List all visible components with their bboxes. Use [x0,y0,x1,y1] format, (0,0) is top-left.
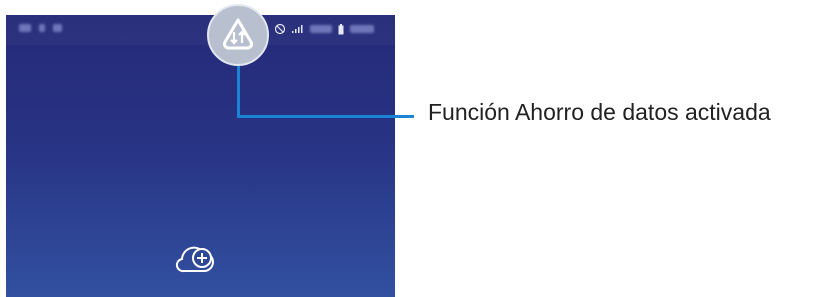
data-saver-badge [207,4,269,66]
signal-icon [292,25,303,33]
block-icon [274,23,286,35]
notification-icon [19,24,31,32]
callout-label: Función Ahorro de datos activada [428,99,771,125]
cloud-add-icon[interactable] [172,243,218,277]
callout-line-vertical [237,64,240,117]
data-saver-icon [223,18,253,50]
status-bar-right-icons [274,23,374,35]
battery-percent [310,25,332,33]
battery-icon [338,23,344,34]
status-bar-left-icons [19,24,62,32]
clock [350,25,374,33]
notification-icon [39,24,45,32]
phone-screen [6,15,395,297]
notification-icon [53,24,62,32]
callout-line-horizontal [237,115,414,118]
status-bar [6,15,395,45]
